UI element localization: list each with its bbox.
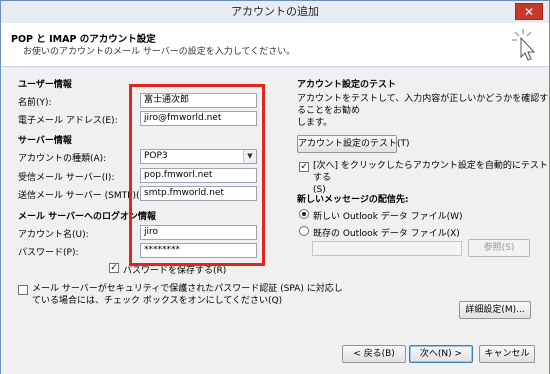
user-info-heading: ユーザー情報 <box>18 80 72 90</box>
spa-checkbox[interactable] <box>18 285 28 295</box>
remember-password-checkbox[interactable]: ✓ <box>109 263 119 273</box>
new-data-file-label: 新しい Outlook データ ファイル(W) <box>313 212 463 222</box>
close-button[interactable]: ✕ <box>515 3 543 20</box>
spa-label-line1: メール サーバーがセキュリティで保護されたパスワード認証 (SPA) に対応し <box>32 284 343 294</box>
spa-label: メール サーバーがセキュリティで保護されたパスワード認証 (SPA) に対応し … <box>32 283 343 307</box>
title-bar: アカウントの追加 ✕ <box>1 1 549 23</box>
password-label: パスワード(P): <box>18 248 79 258</box>
delivery-heading: 新しいメッセージの配信先: <box>297 195 409 205</box>
add-account-dialog: アカウントの追加 ✕ POP と IMAP のアカウント設定 お使いのアカウント… <box>0 0 550 374</box>
test-description-line2: します。 <box>297 118 333 128</box>
window-title: アカウントの追加 <box>231 5 319 18</box>
auto-test-label: [次へ] をクリックしたらアカウント設定を自動的にテストする (S) <box>313 160 549 196</box>
existing-data-file-label: 既存の Outlook データ ファイル(X) <box>313 229 460 239</box>
test-settings-heading: アカウント設定のテスト <box>297 80 397 90</box>
header-subtitle: お使いのアカウントのメール サーバーの設定を入力してください。 <box>23 47 296 57</box>
dialog-header: POP と IMAP のアカウント設定 お使いのアカウントのメール サーバーの設… <box>1 23 549 67</box>
test-account-settings-button[interactable]: アカウント設定のテスト(T) <box>297 135 410 153</box>
spa-label-line2: ている場合には、チェック ボックスをオンにしてください(Q) <box>32 296 283 306</box>
browse-button[interactable]: 参照(S) <box>468 239 530 257</box>
auto-test-checkbox[interactable]: ✓ <box>299 162 309 172</box>
header-title: POP と IMAP のアカウント設定 <box>11 34 156 45</box>
more-settings-button[interactable]: 詳細設定(M)... <box>459 301 531 319</box>
auto-test-label-line1: [次へ] をクリックしたらアカウント設定を自動的にテストする <box>313 161 548 183</box>
name-label: 名前(Y): <box>18 98 52 108</box>
account-name-label: アカウント名(U): <box>18 230 89 240</box>
account-type-label: アカウントの種類(A): <box>18 154 107 164</box>
data-file-path-field[interactable] <box>312 241 462 256</box>
close-icon: ✕ <box>523 5 535 19</box>
new-data-file-radio[interactable] <box>299 209 309 219</box>
test-settings-description: アカウントをテストして、入力内容が正しいかどうかを確認することをお勧め します。 <box>297 93 549 129</box>
dialog-content: ユーザー情報 名前(Y): 電子メール アドレス(E): サーバー情報 アカウン… <box>1 67 549 374</box>
cursor-click-icon <box>512 29 536 61</box>
test-description-line1: アカウントをテストして、入力内容が正しいかどうかを確認することをお勧め <box>297 94 549 116</box>
cancel-button[interactable]: キャンセル <box>479 345 535 363</box>
next-button[interactable]: 次へ(N) > <box>409 345 473 363</box>
server-info-heading: サーバー情報 <box>18 136 72 146</box>
email-label: 電子メール アドレス(E): <box>18 116 118 126</box>
existing-data-file-radio[interactable] <box>299 226 309 236</box>
back-button[interactable]: < 戻る(B) <box>342 345 406 363</box>
incoming-server-label: 受信メール サーバー(I): <box>18 173 115 183</box>
highlight-frame <box>129 84 265 266</box>
